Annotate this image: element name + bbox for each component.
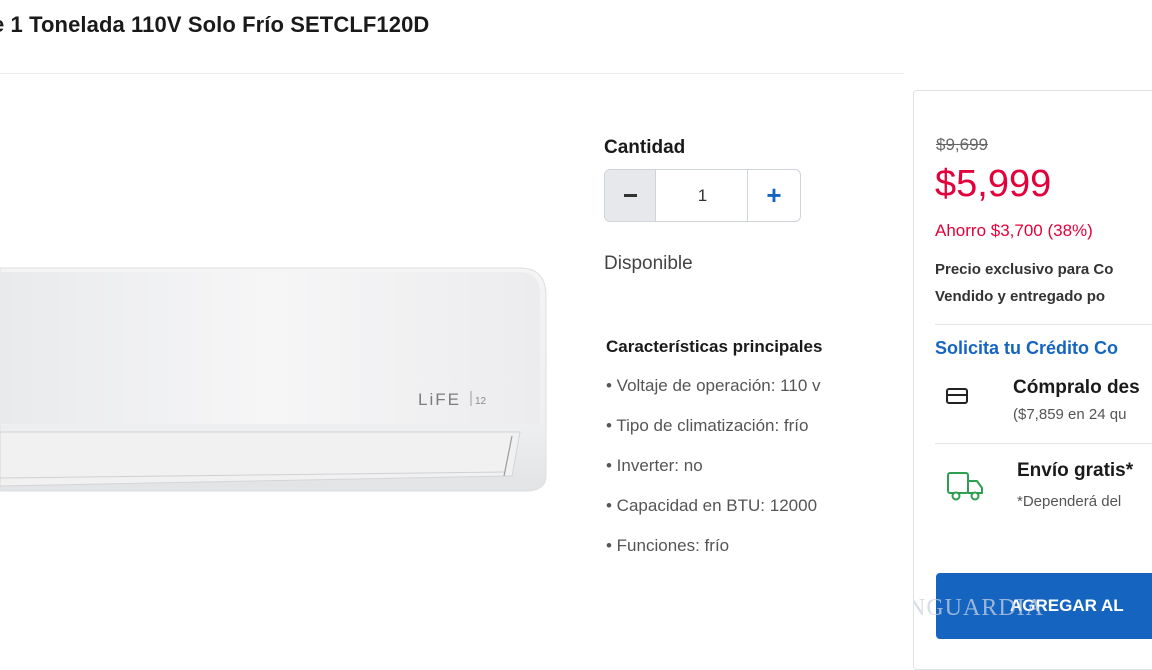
price-card: $9,699 $5,999 Ahorro $3,700 (38%) Precio…	[913, 90, 1152, 670]
feature-item: • Inverter: no	[606, 456, 703, 475]
quantity-label: Cantidad	[604, 137, 686, 158]
sold-by-note: Vendido y entregado po	[935, 288, 1106, 305]
feature-item: • Capacidad en BTU: 12000	[606, 496, 818, 515]
brand-logo: LiFE	[418, 390, 461, 409]
credit-card-icon	[946, 388, 968, 404]
original-price: $9,699	[936, 135, 988, 154]
increment-button[interactable]: +	[747, 170, 800, 221]
card-divider	[935, 443, 1152, 444]
brand-badge: 12	[475, 396, 487, 407]
installments-title: Cómpralo des	[1013, 377, 1140, 398]
features-title: Características principales	[606, 337, 823, 356]
features-list: • Voltaje de operación: 110 v • Tipo de …	[606, 374, 821, 574]
add-to-cart-button[interactable]: AGREGAR AL	[936, 573, 1152, 639]
product-image: LiFE 12	[0, 267, 547, 492]
truck-icon	[947, 472, 983, 501]
exclusive-price-note: Precio exclusivo para Co	[935, 261, 1114, 278]
quantity-input[interactable]: 1	[656, 170, 749, 221]
card-divider	[935, 324, 1152, 325]
decrement-button[interactable]	[605, 170, 656, 221]
feature-item: • Voltaje de operación: 110 v	[606, 376, 821, 395]
savings-text: Ahorro $3,700 (38%)	[935, 221, 1093, 240]
minus-icon	[623, 194, 637, 197]
feature-item: • Tipo de climatización: frío	[606, 416, 809, 435]
header-divider	[0, 73, 904, 74]
shipping-note: *Dependerá del	[1017, 493, 1122, 510]
feature-item: • Funciones: frío	[606, 536, 730, 555]
availability-status: Disponible	[604, 253, 693, 274]
sale-price: $5,999	[935, 163, 1052, 205]
product-title: e 1 Tonelada 110V Solo Frío SETCLF120D	[0, 12, 430, 37]
installments-detail: ($7,859 en 24 qu	[1013, 406, 1127, 423]
free-shipping-title: Envío gratis*	[1017, 460, 1134, 481]
credit-application-link[interactable]: Solicita tu Crédito Co	[935, 338, 1118, 359]
quantity-stepper: 1 +	[604, 169, 801, 222]
